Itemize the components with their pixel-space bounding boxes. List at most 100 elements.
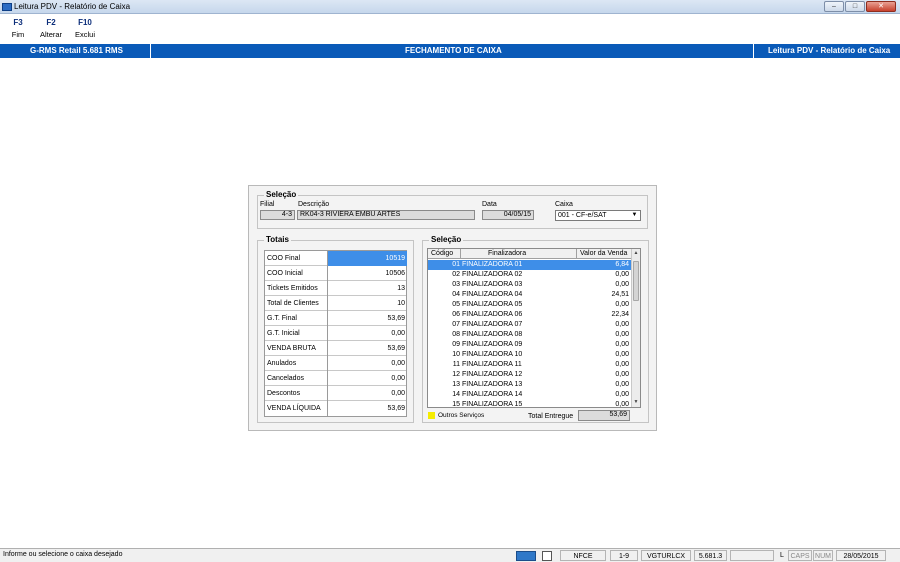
header-app-version: G-RMS Retail 5.681 RMS bbox=[30, 46, 123, 55]
grid-row[interactable]: 06 FINALIZADORA 06 22,34 bbox=[428, 310, 632, 320]
grid-row[interactable]: 02 FINALIZADORA 02 0,00 bbox=[428, 270, 632, 280]
status-cell-caps: CAPS bbox=[788, 550, 812, 561]
totais-label: COO Final bbox=[265, 251, 328, 266]
totais-value[interactable]: 0,00 bbox=[328, 371, 407, 386]
toolbar-fim-button[interactable]: F3 Fim bbox=[0, 18, 36, 39]
totais-label: Total de Clientes bbox=[265, 296, 328, 311]
grid-cell-finalizadora: FINALIZADORA 10 bbox=[462, 351, 523, 358]
grid-cell-codigo: 02 bbox=[452, 271, 460, 278]
column-header-valor[interactable]: Valor da Venda bbox=[580, 250, 627, 257]
totais-value[interactable]: 53,69 bbox=[328, 401, 407, 416]
scroll-thumb[interactable] bbox=[633, 261, 639, 301]
grid-row[interactable]: 09 FINALIZADORA 09 0,00 bbox=[428, 340, 632, 350]
status-cell-program: VGTURLCX bbox=[641, 550, 691, 561]
document-icon bbox=[542, 551, 552, 561]
toolbar-exclui-button[interactable]: F10 Exclui bbox=[67, 18, 103, 39]
caixa-select[interactable]: 001 - CF-e/SAT ▼ bbox=[555, 210, 641, 221]
grid-cell-codigo: 11 bbox=[452, 361, 460, 368]
grid-row[interactable]: 12 FINALIZADORA 12 0,00 bbox=[428, 370, 632, 380]
grid-cell-finalizadora: FINALIZADORA 08 bbox=[462, 331, 523, 338]
total-entregue-field[interactable]: 53,69 bbox=[578, 410, 630, 421]
totais-label: COO Inicial bbox=[265, 266, 328, 281]
minimize-button[interactable]: – bbox=[824, 1, 844, 12]
data-field[interactable]: 04/05/15 bbox=[482, 210, 534, 220]
status-cell-mode: NFCE bbox=[560, 550, 606, 561]
totais-row-gt-final[interactable]: G.T. Final 53,69 bbox=[265, 311, 406, 326]
totais-value[interactable]: 0,00 bbox=[328, 356, 407, 371]
network-icon bbox=[516, 551, 536, 561]
totais-value[interactable]: 53,69 bbox=[328, 311, 407, 326]
totais-row-cancelados[interactable]: Cancelados 0,00 bbox=[265, 371, 406, 386]
grid-row[interactable]: 07 FINALIZADORA 07 0,00 bbox=[428, 320, 632, 330]
grid-row[interactable]: 01 FINALIZADORA 01 6,84 bbox=[428, 260, 632, 270]
chevron-down-icon[interactable]: ▼ bbox=[630, 212, 639, 219]
totais-value[interactable]: 10506 bbox=[328, 266, 407, 281]
totais-label: G.T. Inicial bbox=[265, 326, 328, 341]
grid-cell-codigo: 06 bbox=[452, 311, 460, 318]
toolbar-key: F2 bbox=[46, 18, 56, 27]
totais-value[interactable]: 10 bbox=[328, 296, 407, 311]
total-entregue-label: Total Entregue bbox=[528, 413, 574, 420]
totais-label: Tickets Emitidos bbox=[265, 281, 328, 296]
grid-cell-finalizadora: FINALIZADORA 15 bbox=[462, 401, 523, 408]
grid-cell-finalizadora: FINALIZADORA 12 bbox=[462, 371, 523, 378]
totais-row-venda-liquida[interactable]: VENDA LÍQUIDA 53,69 bbox=[265, 401, 406, 416]
column-separator bbox=[576, 249, 577, 259]
grid-row[interactable]: 03 FINALIZADORA 03 0,00 bbox=[428, 280, 632, 290]
grid-row[interactable]: 10 FINALIZADORA 10 0,00 bbox=[428, 350, 632, 360]
totais-row-coo-final[interactable]: COO Final 10519 bbox=[265, 251, 407, 266]
group-title: Totais bbox=[264, 235, 291, 244]
scroll-down-icon[interactable]: ▼ bbox=[632, 398, 640, 407]
grid-cell-valor: 0,00 bbox=[615, 391, 629, 398]
totais-row-gt-inicial[interactable]: G.T. Inicial 0,00 bbox=[265, 326, 406, 341]
grid-row[interactable]: 15 FINALIZADORA 15 0,00 bbox=[428, 400, 632, 408]
finalizadora-grid[interactable]: Código Finalizadora Valor da Venda 01 FIN… bbox=[427, 248, 641, 408]
window-title: Leitura PDV - Relatório de Caixa bbox=[14, 2, 131, 11]
header-module-title: Leitura PDV - Relatório de Caixa bbox=[768, 46, 891, 55]
totais-row-venda-bruta[interactable]: VENDA BRUTA 53,69 bbox=[265, 341, 406, 356]
grid-cell-valor: 0,00 bbox=[615, 361, 629, 368]
grid-row[interactable]: 04 FINALIZADORA 04 24,51 bbox=[428, 290, 632, 300]
totais-value[interactable]: 13 bbox=[328, 281, 407, 296]
grid-row[interactable]: 05 FINALIZADORA 05 0,00 bbox=[428, 300, 632, 310]
data-label: Data bbox=[482, 201, 497, 208]
scroll-up-icon[interactable]: ▲ bbox=[632, 249, 640, 258]
grid-cell-finalizadora: FINALIZADORA 07 bbox=[462, 321, 523, 328]
function-key-toolbar: F3 Fim F2 Alterar F10 Exclui bbox=[0, 15, 900, 44]
totais-value[interactable]: 0,00 bbox=[328, 326, 407, 341]
grid-scrollbar[interactable]: ▲ ▼ bbox=[631, 249, 640, 407]
maximize-button[interactable]: □ bbox=[845, 1, 865, 12]
totais-row-tickets[interactable]: Tickets Emitidos 13 bbox=[265, 281, 406, 296]
grid-row[interactable]: 13 FINALIZADORA 13 0,00 bbox=[428, 380, 632, 390]
totais-row-anulados[interactable]: Anulados 0,00 bbox=[265, 356, 406, 371]
totais-row-descontos[interactable]: Descontos 0,00 bbox=[265, 386, 406, 401]
grid-cell-valor: 0,00 bbox=[615, 351, 629, 358]
totais-row-coo-inicial[interactable]: COO Inicial 10506 bbox=[265, 266, 406, 281]
grid-row[interactable]: 08 FINALIZADORA 08 0,00 bbox=[428, 330, 632, 340]
totais-row-clientes[interactable]: Total de Clientes 10 bbox=[265, 296, 406, 311]
grid-cell-valor: 24,51 bbox=[611, 291, 629, 298]
column-header-finalizadora[interactable]: Finalizadora bbox=[488, 250, 526, 257]
totais-label: Cancelados bbox=[265, 371, 328, 386]
totais-label: Anulados bbox=[265, 356, 328, 371]
grid-row[interactable]: 11 FINALIZADORA 11 0,00 bbox=[428, 360, 632, 370]
grid-cell-valor: 6,84 bbox=[615, 260, 629, 270]
status-cell-filial: 1-9 bbox=[610, 550, 638, 561]
grid-row[interactable]: 14 FINALIZADORA 14 0,00 bbox=[428, 390, 632, 400]
column-header-codigo[interactable]: Código bbox=[431, 250, 453, 257]
header-separator bbox=[150, 44, 151, 58]
toolbar-alterar-button[interactable]: F2 Alterar bbox=[33, 18, 69, 39]
descricao-field[interactable]: RK04-3 RIVIERA EMBÚ ARTES bbox=[297, 210, 475, 220]
close-button[interactable]: ✕ bbox=[866, 1, 896, 12]
grid-cell-codigo: 07 bbox=[452, 321, 460, 328]
grid-cell-finalizadora: FINALIZADORA 05 bbox=[462, 301, 523, 308]
totais-value[interactable]: 53,69 bbox=[328, 341, 407, 356]
totais-value[interactable]: 0,00 bbox=[328, 386, 407, 401]
grid-cell-finalizadora: FINALIZADORA 06 bbox=[462, 311, 523, 318]
grid-cell-codigo: 03 bbox=[452, 281, 460, 288]
grid-header: Código Finalizadora Valor da Venda bbox=[428, 249, 632, 259]
totais-value[interactable]: 10519 bbox=[328, 251, 407, 266]
grid-cell-finalizadora: FINALIZADORA 14 bbox=[462, 391, 523, 398]
grid-cell-codigo: 14 bbox=[452, 391, 460, 398]
filial-field[interactable]: 4-3 bbox=[260, 210, 295, 220]
